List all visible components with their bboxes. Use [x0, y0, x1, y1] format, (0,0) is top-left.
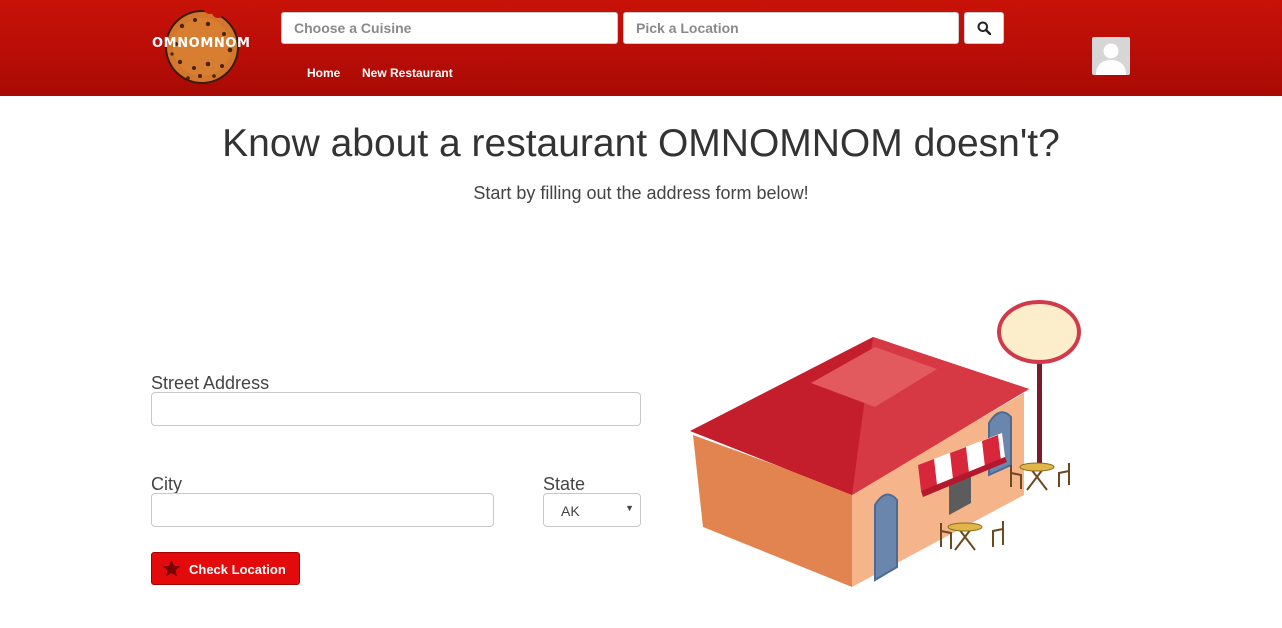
state-label: State	[543, 474, 586, 494]
user-silhouette-icon	[1096, 43, 1126, 75]
page-subtitle: Start by filling out the address form be…	[473, 183, 809, 203]
city-label: City	[151, 474, 182, 494]
restaurant-building-illustration	[690, 300, 1081, 587]
page-title: Know about a restaurant OMNOMNOM doesn't…	[222, 122, 1060, 165]
check-location-button[interactable]: Check Location	[151, 552, 300, 585]
search-icon	[977, 21, 991, 35]
city-field[interactable]	[151, 493, 494, 527]
street-address-label: Street Address	[151, 373, 270, 393]
state-select[interactable]: AK ▼	[543, 493, 641, 527]
street-address-field[interactable]	[151, 392, 641, 426]
search-button[interactable]	[964, 12, 1004, 44]
chevron-down-icon: ▼	[625, 503, 634, 513]
state-selected-value: AK	[561, 503, 580, 519]
top-navbar: OMNOMNOM Home New Restaurant	[0, 0, 1282, 96]
location-search-input[interactable]	[623, 12, 959, 44]
star-icon	[162, 559, 181, 577]
cuisine-search-input[interactable]	[281, 12, 618, 44]
nav-link-new-restaurant[interactable]: New Restaurant	[362, 66, 453, 80]
check-location-label: Check Location	[189, 562, 286, 577]
brand-name[interactable]: OMNOMNOM	[152, 36, 250, 51]
nav-link-home[interactable]: Home	[307, 66, 340, 80]
user-avatar[interactable]	[1092, 37, 1130, 75]
